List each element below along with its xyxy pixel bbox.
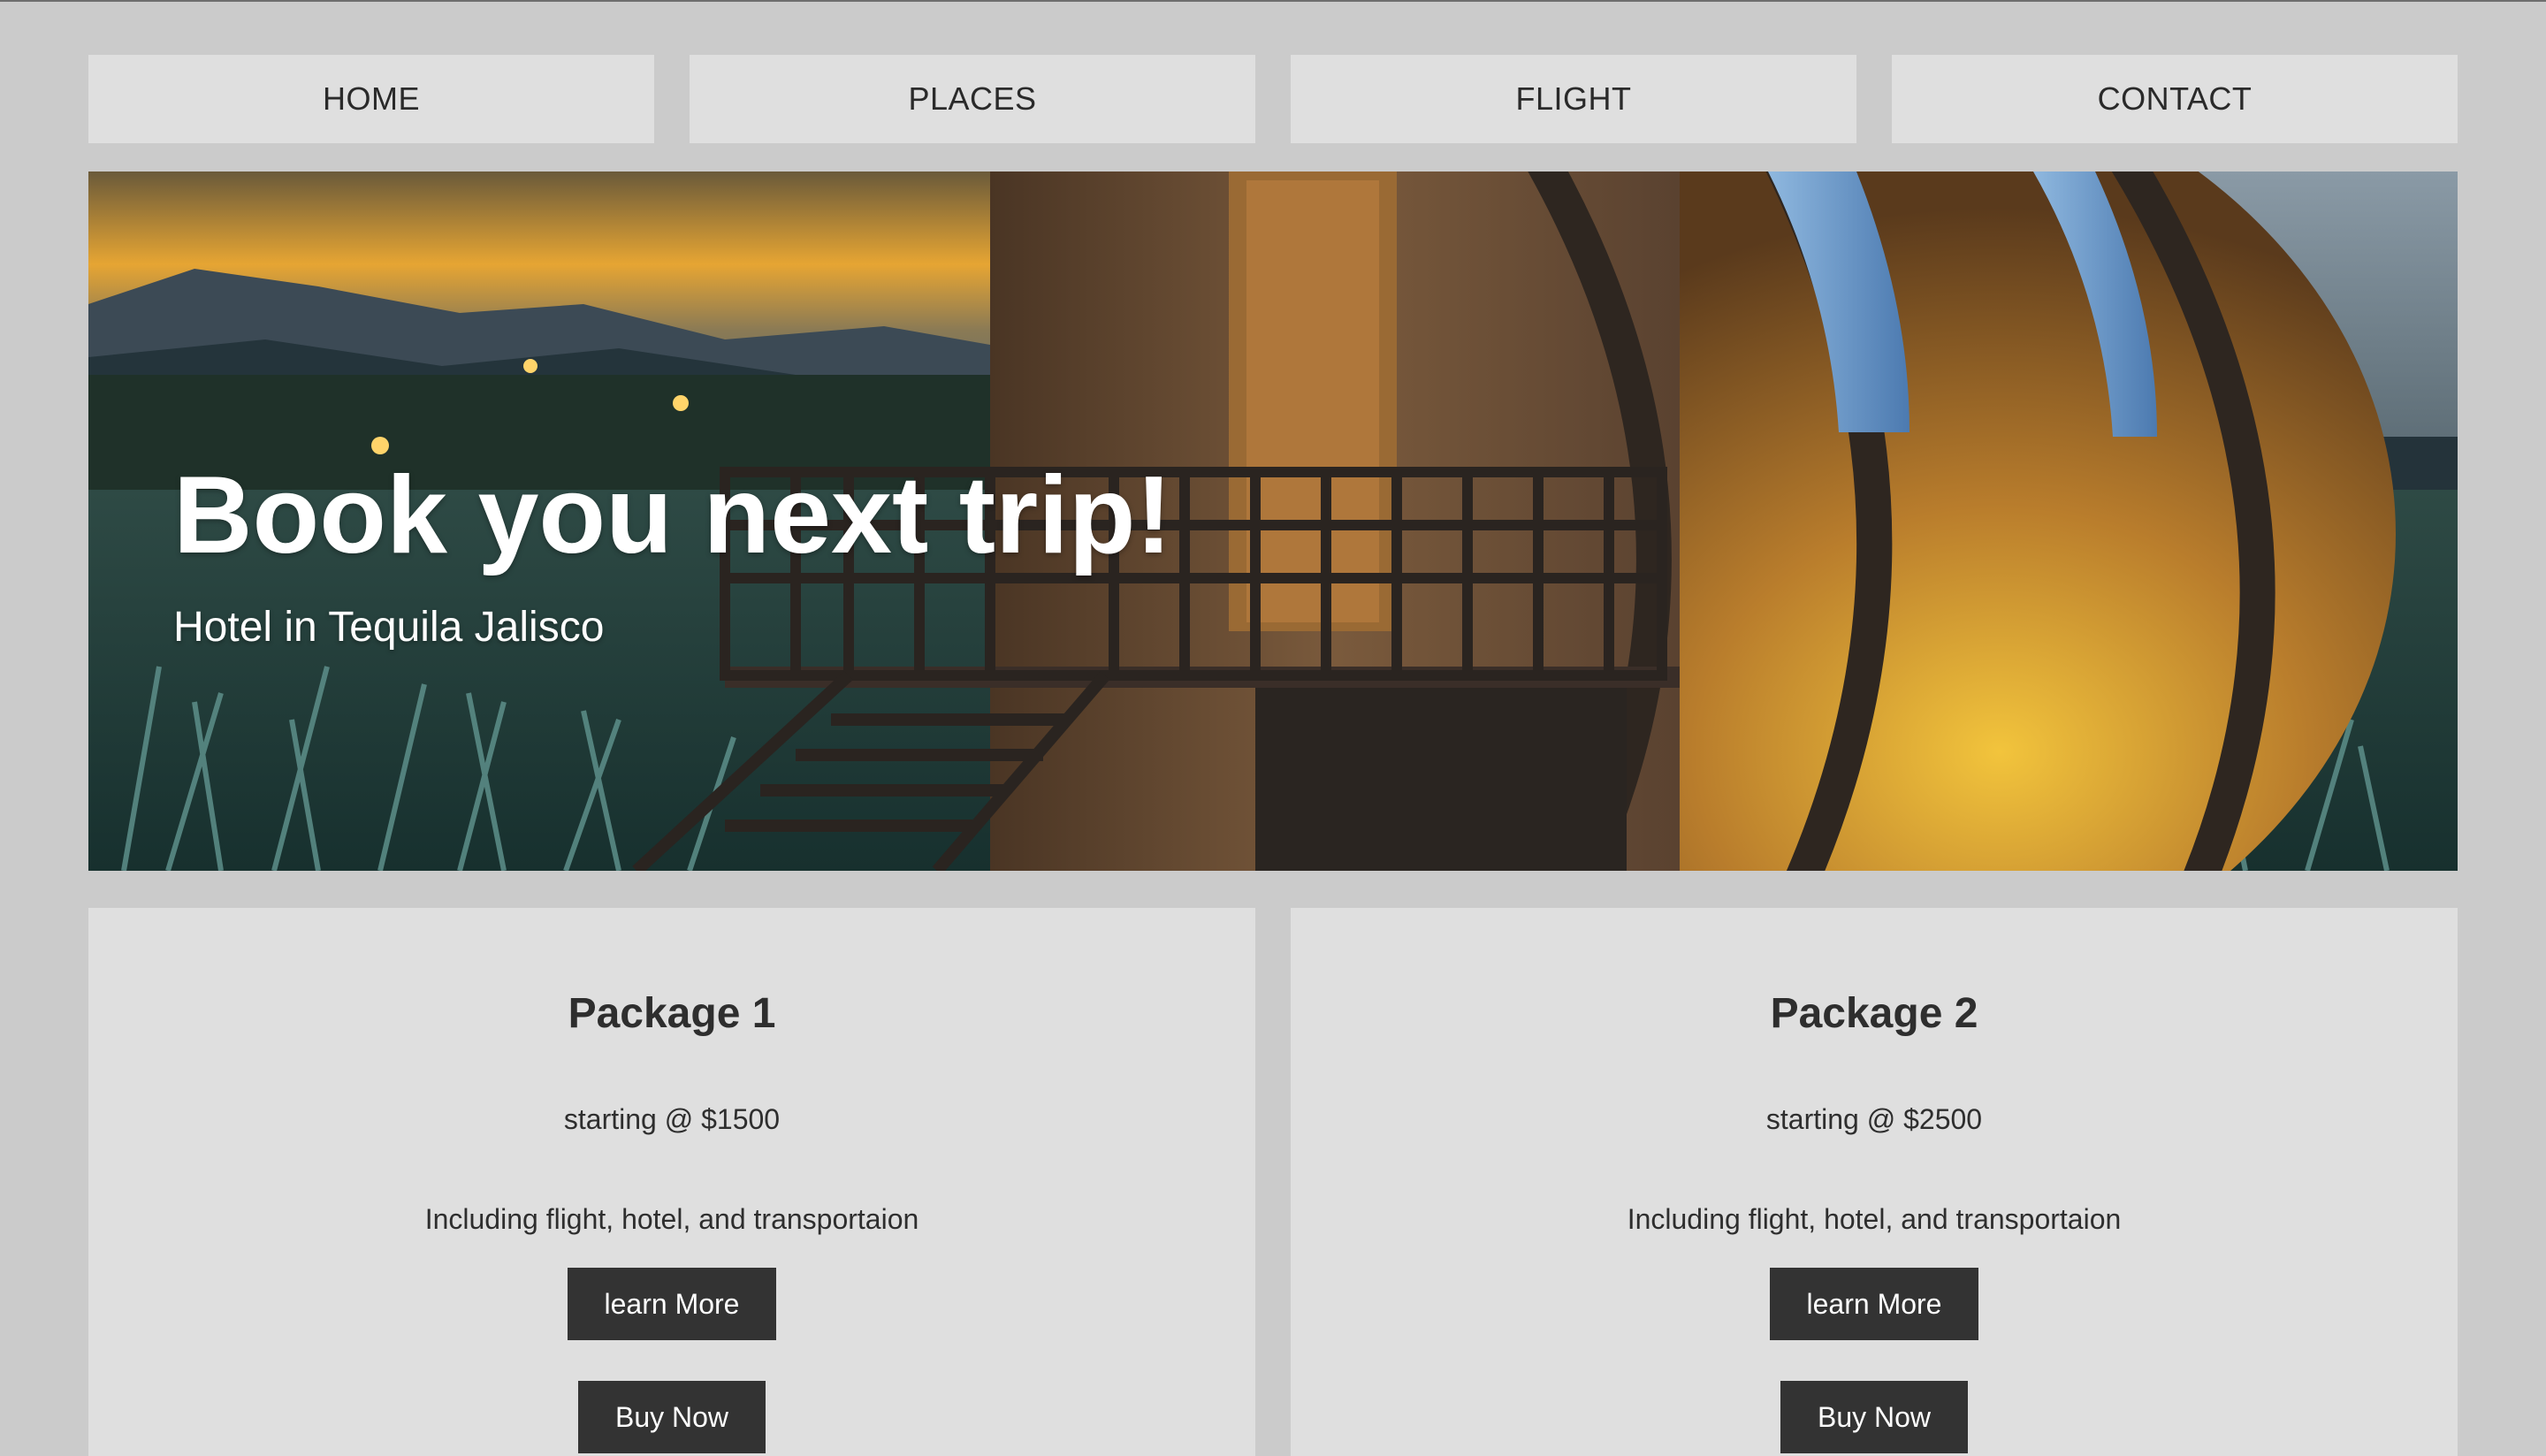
learn-more-button[interactable]: learn More (1770, 1268, 1978, 1340)
package-title: Package 1 (568, 990, 776, 1037)
package-card-2: Package 2 starting @ $2500 Including fli… (1291, 908, 2458, 1456)
package-card-1: Package 1 starting @ $1500 Including fli… (88, 908, 1255, 1456)
main-nav: HOME PLACES FLIGHT CONTACT (88, 55, 2458, 143)
top-border (0, 0, 2546, 2)
hero-banner: Book you next trip! Hotel in Tequila Jal… (88, 172, 2458, 871)
nav-flight[interactable]: FLIGHT (1291, 55, 1856, 143)
nav-contact[interactable]: CONTACT (1892, 55, 2458, 143)
package-description: Including flight, hotel, and transportai… (1627, 1203, 2122, 1235)
hero-title: Book you next trip! (173, 454, 1172, 576)
package-price: starting @ $2500 (1765, 1103, 1983, 1135)
package-title: Package 2 (1770, 990, 1978, 1037)
nav-places[interactable]: PLACES (690, 55, 1255, 143)
buy-now-button[interactable]: Buy Now (578, 1381, 766, 1453)
buy-now-button[interactable]: Buy Now (1780, 1381, 1968, 1453)
learn-more-button[interactable]: learn More (568, 1268, 776, 1340)
hero-subtitle: Hotel in Tequila Jalisco (173, 604, 605, 651)
package-price: starting @ $1500 (563, 1103, 781, 1135)
package-description: Including flight, hotel, and transportai… (424, 1203, 919, 1235)
packages-section: Package 1 starting @ $1500 Including fli… (88, 908, 2458, 1456)
nav-home[interactable]: HOME (88, 55, 654, 143)
